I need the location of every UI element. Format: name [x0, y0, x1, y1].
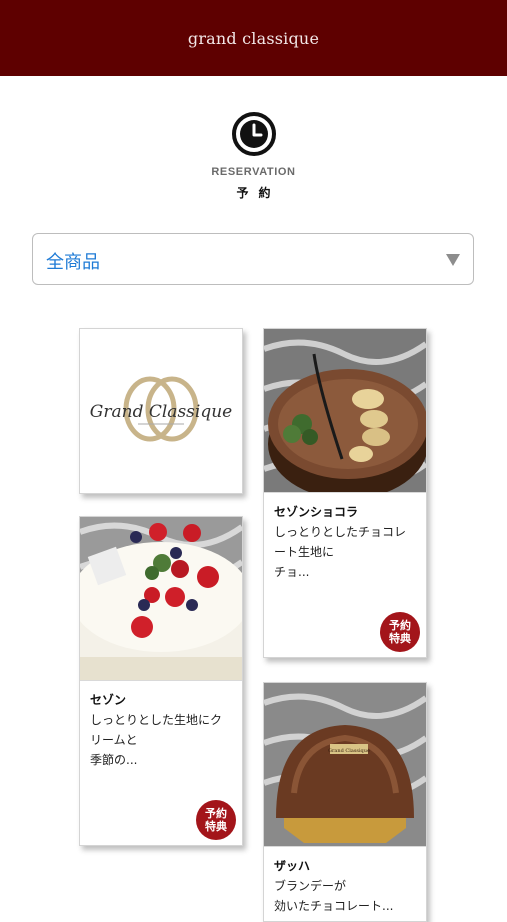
product-desc-line: 効いたチョコレート...: [274, 899, 394, 913]
app-title: grand classique: [187, 28, 320, 48]
product-desc-line: チョ...: [274, 565, 310, 579]
reservation-bonus-badge: 予約特典: [380, 612, 420, 652]
product-desc-line: 季節の...: [90, 753, 138, 767]
reservation-label-ja: 予約: [236, 186, 281, 200]
product-name: ザッハ: [274, 859, 311, 873]
product-desc-line: リームと: [90, 733, 138, 747]
reservation-bonus-badge: 予約特典: [196, 800, 236, 840]
product-desc-line: しっとりとした生地にク: [90, 713, 223, 727]
reservation-heading: RESERVATION 予約: [0, 110, 507, 201]
cake-plate-text: Grand Classique: [328, 748, 370, 754]
product-image: [264, 329, 426, 492]
brand-logo: Grand Classique: [80, 329, 242, 493]
product-name: セゾンショコラ: [274, 505, 359, 519]
product-desc-line: ート生地に: [274, 545, 335, 559]
product-card[interactable]: Grand Classique ザッハ ブランデーが 効いたチョコレート...: [263, 682, 427, 922]
product-image: Grand Classique: [264, 683, 426, 846]
reservation-label-en: RESERVATION: [211, 166, 296, 178]
app-header: grand classique: [0, 0, 507, 76]
product-name: セゾン: [90, 693, 127, 707]
product-image: [80, 517, 242, 680]
svg-text:Grand Classique: Grand Classique: [90, 402, 232, 422]
product-card[interactable]: セゾンショコラ しっとりとしたチョコレ ート生地に チョ... 予約特典: [263, 328, 427, 658]
product-desc-line: ブランデーが: [274, 879, 347, 893]
product-desc-line: しっとりとしたチョコレ: [274, 525, 407, 539]
product-card[interactable]: セゾン しっとりとした生地にク リームと 季節の... 予約特典: [79, 516, 243, 846]
chevron-down-icon: [446, 254, 460, 266]
clock-icon: [231, 112, 276, 156]
brand-logo-card: Grand Classique: [79, 328, 243, 494]
category-select-value: 全商品: [46, 252, 100, 273]
category-select[interactable]: 全商品: [32, 233, 474, 285]
